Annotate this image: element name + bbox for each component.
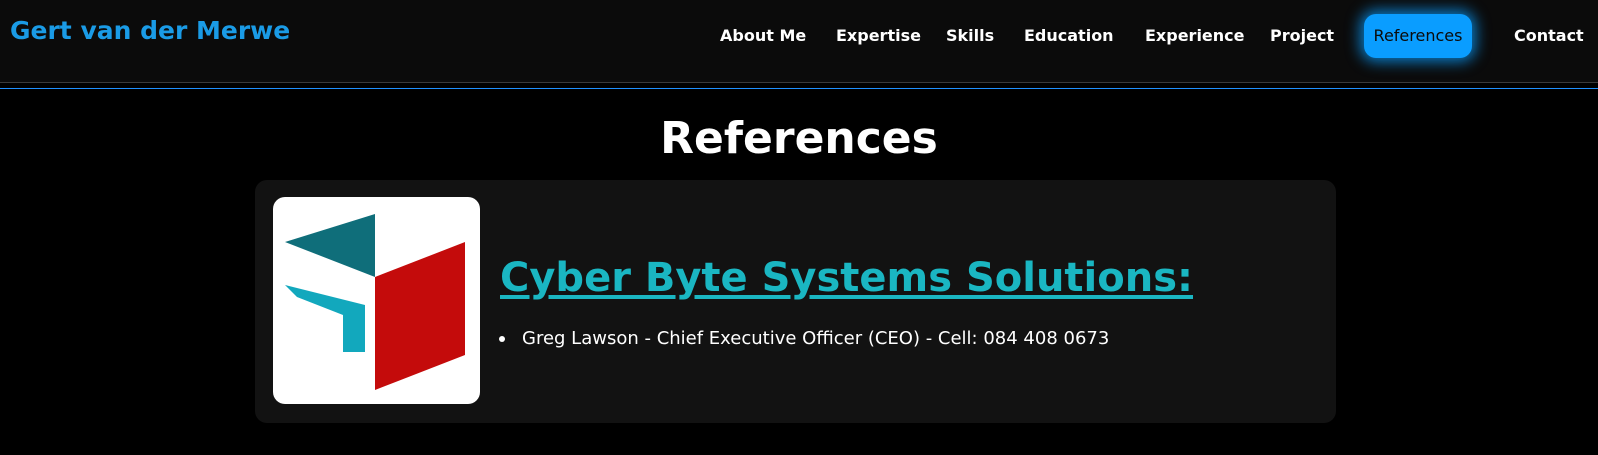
contact-list: Greg Lawson - Chief Executive Officer (C…: [494, 326, 1109, 352]
nav-item-expertise[interactable]: Expertise: [836, 24, 921, 48]
navbar: Gert van der Merwe About Me Expertise Sk…: [0, 0, 1598, 83]
nav-item-contact[interactable]: Contact: [1514, 24, 1584, 48]
contact-text: Greg Lawson - Chief Executive Officer (C…: [522, 328, 1110, 349]
nav-item-education[interactable]: Education: [1024, 24, 1114, 48]
page-title: References: [660, 113, 938, 164]
nav-divider: [0, 88, 1598, 89]
nav-item-skills[interactable]: Skills: [946, 24, 994, 48]
nav-item-experience[interactable]: Experience: [1145, 24, 1245, 48]
nav-item-project[interactable]: Project: [1270, 24, 1334, 48]
list-item: Greg Lawson - Chief Executive Officer (C…: [494, 326, 1109, 352]
company-logo: [273, 197, 480, 404]
brand-name[interactable]: Gert van der Merwe: [10, 16, 290, 45]
company-link[interactable]: Cyber Byte Systems Solutions:: [500, 255, 1193, 301]
nav-item-about-me[interactable]: About Me: [720, 24, 806, 48]
cyber-byte-logo-icon: [285, 214, 465, 390]
nav-item-references[interactable]: References: [1364, 14, 1472, 58]
bullet-icon: [499, 336, 505, 342]
